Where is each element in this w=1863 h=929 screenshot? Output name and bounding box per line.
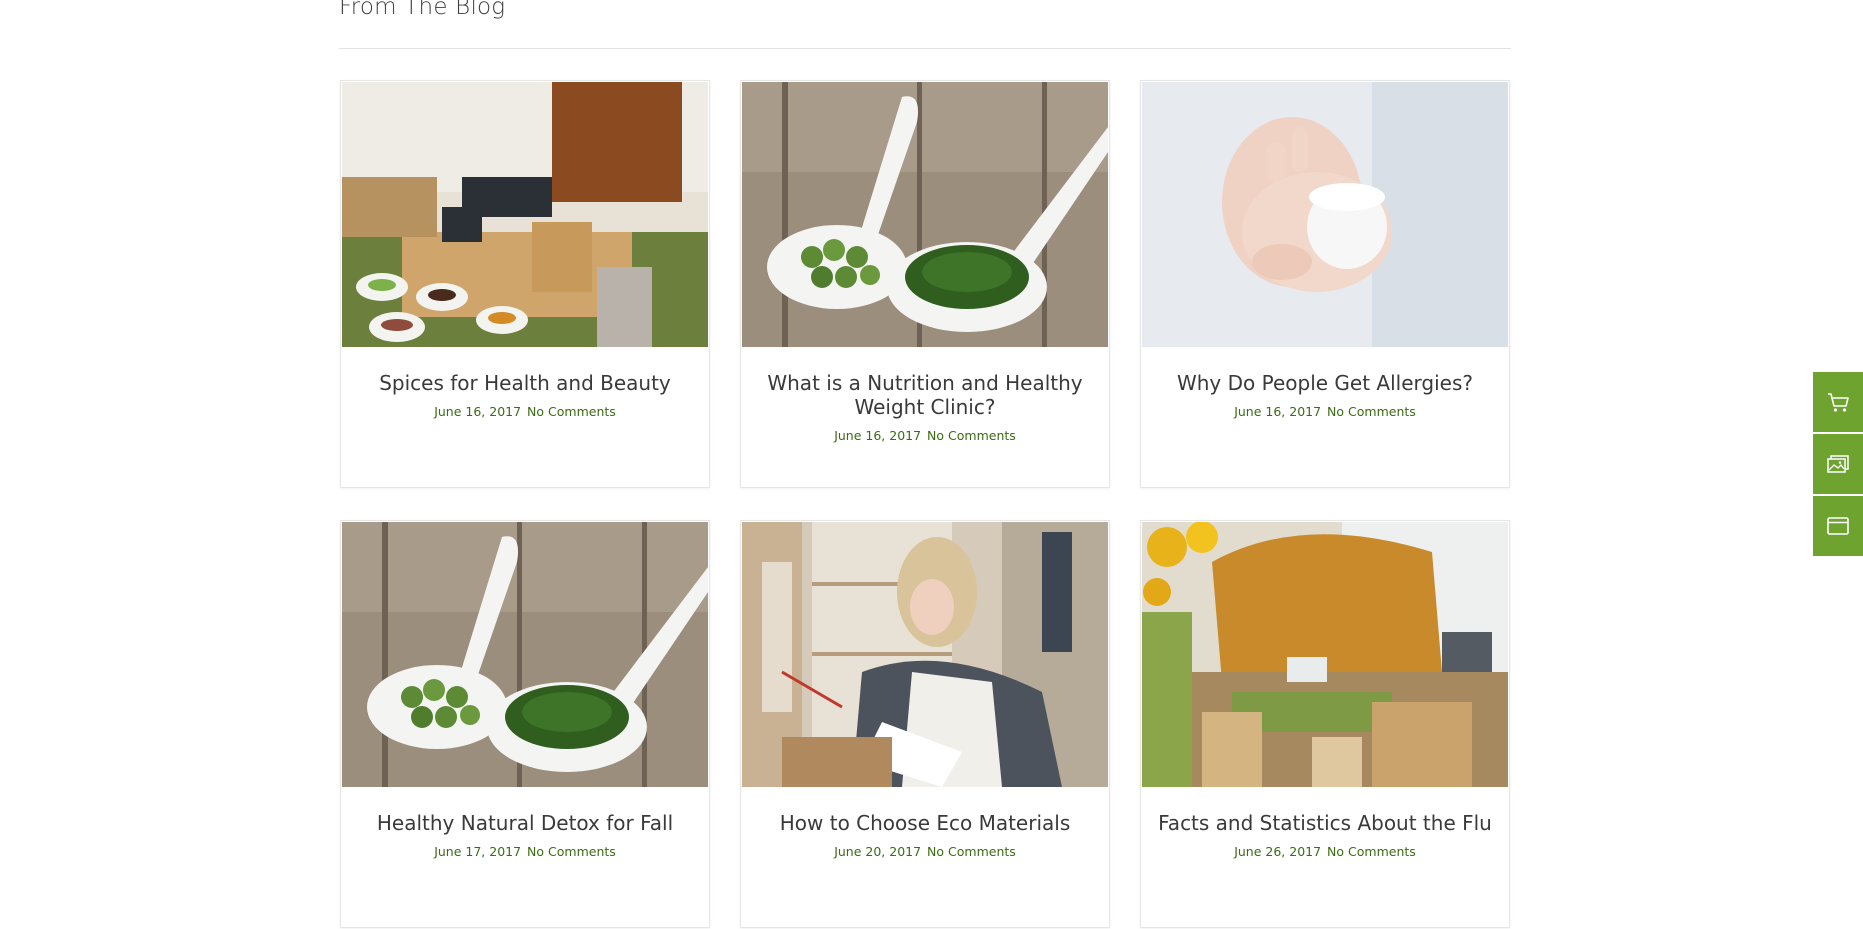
browser-window-icon — [1827, 517, 1849, 535]
post-title[interactable]: Healthy Natural Detox for Fall — [357, 811, 693, 835]
post-date[interactable]: June 16, 2017 — [834, 428, 921, 443]
post-date[interactable]: June 17, 2017 — [434, 844, 521, 859]
post-meta: June 16, 2017 No Comments — [341, 404, 709, 419]
post-comments-link[interactable]: No Comments — [527, 404, 616, 419]
post-meta: June 20, 2017 No Comments — [741, 844, 1109, 859]
post-comments-link[interactable]: No Comments — [1327, 844, 1416, 859]
post-date[interactable]: June 16, 2017 — [434, 404, 521, 419]
section-title: From The Blog — [339, 0, 506, 20]
post-comments-link[interactable]: No Comments — [927, 844, 1016, 859]
blog-grid: Spices for Health and Beauty June 16, 20… — [340, 80, 1510, 928]
cart-button[interactable] — [1813, 372, 1863, 432]
cream-jar-hands-photo[interactable] — [1142, 82, 1508, 347]
post-title[interactable]: What is a Nutrition and Healthy Weight C… — [757, 371, 1093, 419]
post-comments-link[interactable]: No Comments — [927, 428, 1016, 443]
post-meta: June 16, 2017 No Comments — [741, 428, 1109, 443]
green-spoons-photo[interactable] — [742, 82, 1108, 347]
woman-writing-shelf-photo[interactable] — [742, 522, 1108, 787]
blog-card[interactable]: Facts and Statistics About the Flu June … — [1140, 520, 1510, 928]
post-meta: June 26, 2017 No Comments — [1141, 844, 1509, 859]
cart-icon — [1828, 393, 1849, 412]
gallery-button[interactable] — [1813, 434, 1863, 494]
post-meta: June 16, 2017 No Comments — [1141, 404, 1509, 419]
post-title[interactable]: Why Do People Get Allergies? — [1157, 371, 1493, 395]
blog-card[interactable]: Why Do People Get Allergies? June 16, 20… — [1140, 80, 1510, 488]
title-divider — [339, 48, 1511, 49]
blog-card[interactable]: What is a Nutrition and Healthy Weight C… — [740, 80, 1110, 488]
side-dock — [1813, 372, 1863, 556]
post-title[interactable]: Facts and Statistics About the Flu — [1157, 811, 1493, 835]
browser-window-button[interactable] — [1813, 496, 1863, 556]
soap-workshop-flowers-photo[interactable] — [1142, 522, 1508, 787]
post-title[interactable]: How to Choose Eco Materials — [757, 811, 1093, 835]
gallery-icon — [1827, 455, 1849, 473]
post-comments-link[interactable]: No Comments — [1327, 404, 1416, 419]
post-title[interactable]: Spices for Health and Beauty — [357, 371, 693, 395]
post-date[interactable]: June 20, 2017 — [834, 844, 921, 859]
post-date[interactable]: June 26, 2017 — [1234, 844, 1321, 859]
soap-making-spices-photo[interactable] — [342, 82, 708, 347]
green-spoons-photo[interactable] — [342, 522, 708, 787]
post-date[interactable]: June 16, 2017 — [1234, 404, 1321, 419]
blog-card[interactable]: How to Choose Eco Materials June 20, 201… — [740, 520, 1110, 928]
blog-card[interactable]: Spices for Health and Beauty June 16, 20… — [340, 80, 710, 488]
blog-card[interactable]: Healthy Natural Detox for Fall June 17, … — [340, 520, 710, 928]
post-meta: June 17, 2017 No Comments — [341, 844, 709, 859]
post-comments-link[interactable]: No Comments — [527, 844, 616, 859]
